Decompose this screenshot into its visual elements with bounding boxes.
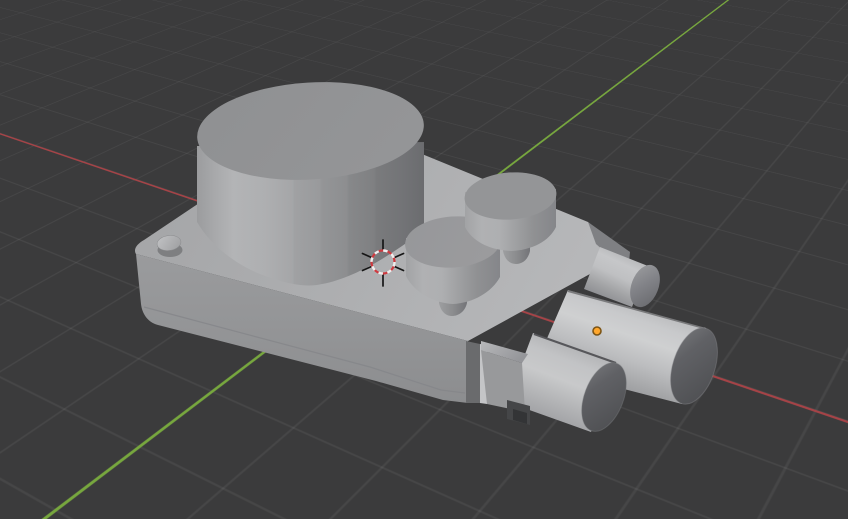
object-origin-dot[interactable] — [592, 326, 602, 336]
mesh-object[interactable] — [134, 76, 726, 438]
model-svg — [134, 76, 726, 438]
notch-inner-face[interactable] — [466, 341, 480, 403]
viewport-3d[interactable] — [0, 0, 848, 519]
origin-point-group — [592, 326, 602, 336]
